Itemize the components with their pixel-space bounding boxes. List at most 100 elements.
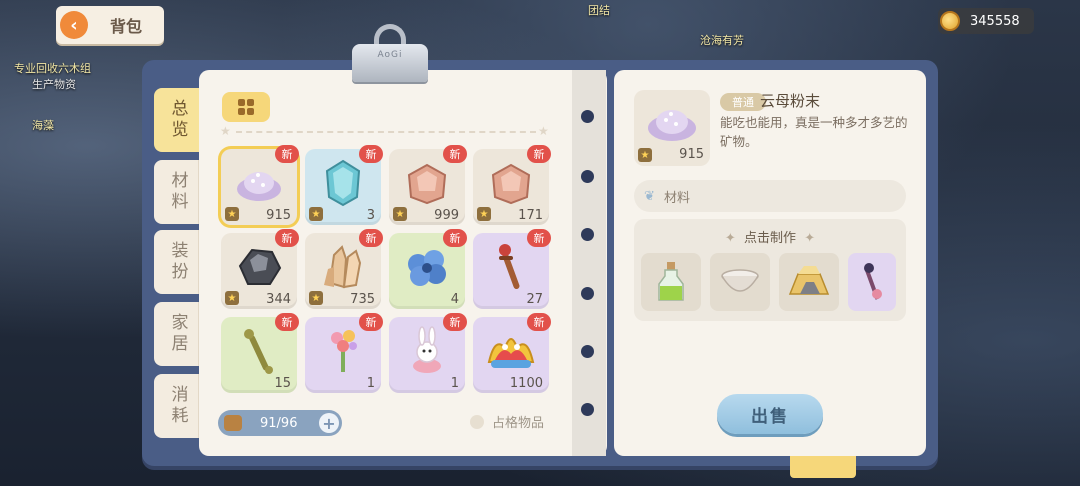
blue-gem-icon [317,157,369,209]
gold-ingot-icon [788,266,830,295]
tab-outfits[interactable]: 装扮 [154,230,202,294]
binder-hole [581,170,594,183]
currency-display: 345558 [938,8,1034,34]
inventory-slot[interactable]: 新 1 [305,313,383,393]
inventory-slot[interactable]: 新 ★ 171 [473,145,551,225]
back-arrow-icon: ‹ [60,11,88,39]
binder-hole [581,228,594,241]
item-count: 999 [434,208,459,223]
star-icon: ★ [220,124,231,138]
new-badge: 新 [443,145,467,163]
tab-materials[interactable]: 材料 [154,160,202,224]
new-badge: 新 [275,229,299,247]
tab-label: 装扮 [167,241,188,283]
binder-strip [572,70,606,456]
crystal-ore-icon [317,241,369,293]
item-count: 344 [266,292,291,307]
new-badge: 新 [443,313,467,331]
item-name: 云母粉末 [760,92,821,110]
occupy-label: 占格物品 [492,416,545,431]
craft-recipe-slot[interactable] [779,253,839,311]
mica-powder-icon [233,157,285,209]
currency-value: 345558 [970,13,1020,29]
jester-hat-icon [485,325,537,377]
blue-flower-icon [401,241,453,293]
inventory-slot[interactable]: 新 27 [473,229,551,309]
item-count: 171 [518,208,543,223]
world-player-label: 专业回收六木组 [14,62,91,75]
craft-recipe-slot[interactable] [710,253,770,311]
new-badge: 新 [527,229,551,247]
item-count: 1 [450,376,459,391]
new-badge: 新 [527,145,551,163]
inventory-slot[interactable]: 新 1100 [473,313,551,393]
expand-bag-button[interactable]: + [319,413,339,433]
board-tab-decoration [790,456,856,478]
filter-button[interactable] [222,92,270,122]
bag-icon [224,415,242,431]
new-badge: 新 [359,313,383,331]
inventory-slot[interactable]: 新 4 [389,229,467,309]
inventory-slot[interactable]: 新 ★ 344 [221,229,299,309]
tab-label: 家居 [167,313,188,355]
item-count: 1 [366,376,375,391]
bunny-teacup-icon [401,325,453,377]
grid-icon [238,99,254,115]
tab-label: 消耗 [167,385,188,427]
copper-ore-icon [401,157,453,209]
back-button[interactable]: ‹ 背包 [56,6,164,44]
inventory-slot[interactable]: 新 ★ 915 [221,145,299,225]
divider [236,131,536,133]
dark-ore-icon [233,241,285,293]
craft-recipe-slot[interactable] [848,253,896,311]
craft-title: ✦ 点击制作 ✦ [724,231,816,246]
world-player-label: 沧海有芳 [700,34,744,47]
tab-label: 总览 [167,99,188,141]
new-badge: 新 [359,145,383,163]
new-badge: 新 [275,313,299,331]
world-player-label: 团结 [588,4,610,17]
binder-hole [581,403,594,416]
new-badge: 新 [275,145,299,163]
bag-capacity: 91/96 + [218,410,342,436]
pink-staff-icon [864,263,882,300]
inventory-slot[interactable]: 新 15 [221,313,299,393]
radio-dot-icon [470,414,484,429]
quality-star-icon: ★ [638,148,652,162]
tab-furniture[interactable]: 家居 [154,302,202,366]
sell-button[interactable]: 出售 [717,394,823,434]
item-count: 27 [526,292,543,307]
new-badge: 新 [359,229,383,247]
world-player-label: 海藻 [32,119,54,132]
item-category: ❦ 材料 [634,180,906,212]
inventory-slot[interactable]: 新 ★ 999 [389,145,467,225]
quality-star-icon: ★ [477,207,491,221]
item-count: 3 [366,208,375,223]
category-label: 材料 [664,190,691,206]
craft-title-text: 点击制作 [743,231,796,246]
item-count: 735 [350,292,375,307]
clipboard-clip: AoGi [352,24,428,82]
occupy-filter-toggle[interactable]: 占格物品 [470,412,544,431]
item-count: 15 [274,376,291,391]
world-player-label: 生产物资 [32,78,76,91]
wooden-staff-icon [485,241,537,293]
inventory-slot[interactable]: 新 ★ 735 [305,229,383,309]
binder-hole [581,110,594,123]
quality-star-icon: ★ [309,291,323,305]
tab-overview[interactable]: 总览 [154,88,202,152]
flower-bouquet-icon [317,325,369,377]
star-icon: ★ [538,124,549,138]
detail-item-count: 915 [679,147,704,162]
binder-hole [581,287,594,300]
new-badge: 新 [527,313,551,331]
inventory-slot[interactable]: 新 1 [389,313,467,393]
tab-label: 材料 [167,171,188,213]
new-badge: 新 [443,229,467,247]
item-count: 915 [266,208,291,223]
craft-recipe-slot[interactable] [641,253,701,311]
inventory-slot[interactable]: 新 ★ 3 [305,145,383,225]
tab-consumables[interactable]: 消耗 [154,374,202,438]
quality-star-icon: ★ [225,207,239,221]
white-bowl-icon [721,269,759,292]
